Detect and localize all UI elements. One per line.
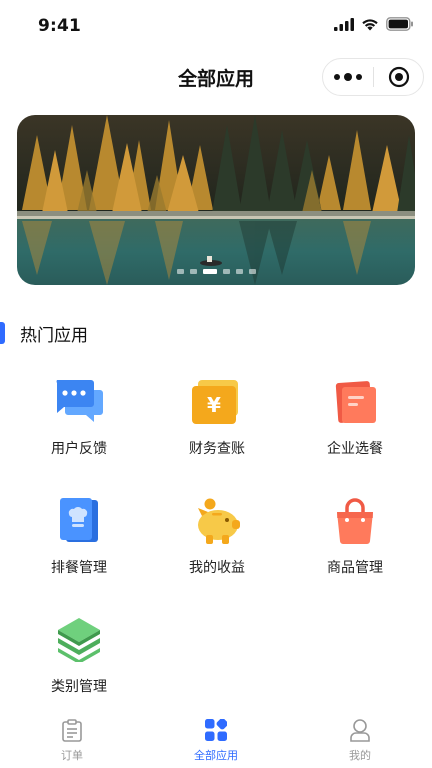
tab-label: 全部应用 — [194, 749, 238, 762]
banner-dot[interactable] — [235, 269, 243, 274]
banner-image — [17, 115, 415, 285]
shopping-bag-icon — [327, 493, 383, 549]
app-product-management[interactable]: 商品管理 — [286, 481, 424, 600]
banner-dot[interactable] — [176, 269, 184, 274]
svg-text:¥: ¥ — [207, 393, 221, 417]
status-bar: 9:41 — [0, 0, 432, 50]
clipboard-icon — [60, 718, 84, 742]
app-label: 商品管理 — [327, 560, 383, 576]
app-label: 类别管理 — [51, 679, 107, 695]
banner-dot[interactable] — [189, 269, 197, 274]
banner-dot[interactable] — [248, 269, 256, 274]
section-accent-bar — [0, 322, 5, 344]
more-dot-icon — [344, 73, 352, 81]
cellular-signal-icon — [334, 17, 354, 31]
nav-bar: 全部应用 — [0, 54, 432, 100]
tab-mine[interactable]: 我的 — [288, 712, 432, 768]
status-icons — [334, 17, 414, 31]
app-grid: 用户反馈 ¥ 财务查账 企业选餐 排餐管理 我的收益 商品管理 类别管理 — [10, 362, 424, 719]
yuan-wallet-icon: ¥ — [189, 374, 245, 430]
piggy-bank-icon — [189, 493, 245, 549]
app-category-management[interactable]: 类别管理 — [10, 600, 148, 719]
banner-dot[interactable] — [222, 269, 230, 274]
more-dot-icon — [334, 74, 340, 80]
app-label: 用户反馈 — [51, 441, 107, 457]
wifi-icon — [362, 19, 378, 31]
user-icon — [348, 718, 372, 742]
close-mini-program-button[interactable] — [374, 59, 423, 95]
tab-all-apps[interactable]: 全部应用 — [144, 712, 288, 768]
layers-icon — [51, 612, 107, 668]
app-user-feedback[interactable]: 用户反馈 — [10, 362, 148, 481]
app-label: 企业选餐 — [327, 441, 383, 457]
app-meal-schedule[interactable]: 排餐管理 — [10, 481, 148, 600]
app-enterprise-meal[interactable]: 企业选餐 — [286, 362, 424, 481]
section-header: 热门应用 — [0, 320, 432, 346]
chef-book-icon — [51, 493, 107, 549]
app-label: 我的收益 — [189, 560, 245, 576]
banner-pagination — [17, 269, 415, 274]
app-my-earnings[interactable]: 我的收益 — [148, 481, 286, 600]
banner-carousel[interactable] — [17, 115, 415, 285]
apps-grid-icon — [204, 718, 228, 742]
app-finance-audit[interactable]: ¥ 财务查账 — [148, 362, 286, 481]
section-title: 热门应用 — [20, 326, 88, 346]
tab-bar: 订单 全部应用 我的 — [0, 712, 432, 768]
chat-bubble-icon — [51, 374, 107, 430]
card-icon — [327, 374, 383, 430]
more-menu-button[interactable] — [323, 59, 373, 95]
app-label: 财务查账 — [189, 441, 245, 457]
tab-label: 我的 — [349, 749, 371, 762]
tab-label: 订单 — [61, 749, 83, 762]
banner-dot-active[interactable] — [202, 269, 217, 274]
more-dot-icon — [356, 74, 362, 80]
mini-program-capsule — [322, 58, 424, 96]
battery-icon — [386, 17, 413, 31]
tab-orders[interactable]: 订单 — [0, 712, 144, 768]
target-close-icon — [388, 66, 409, 88]
status-time: 9:41 — [38, 16, 82, 36]
app-label: 排餐管理 — [51, 560, 107, 576]
